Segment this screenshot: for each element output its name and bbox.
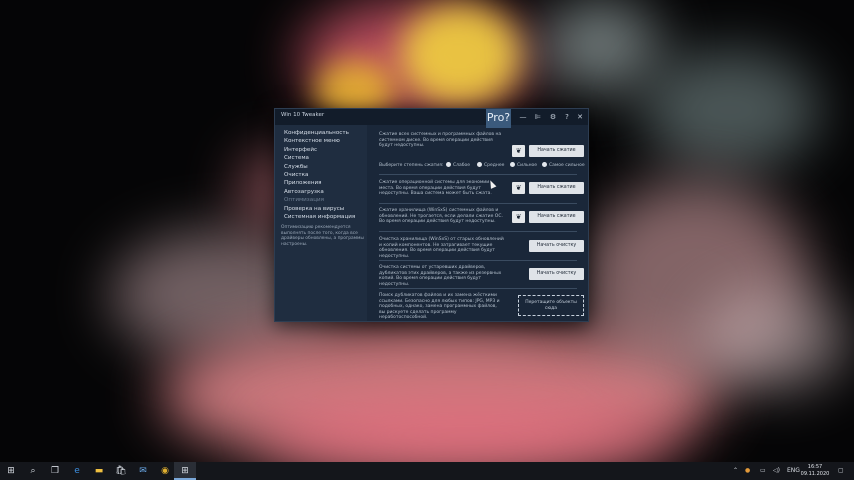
section-description: Поиск дубликатов файлов и их замена жёст… bbox=[379, 293, 500, 321]
clock-date: 09.11.2020 bbox=[800, 471, 830, 477]
tray-chevron-icon[interactable]: ⌃ bbox=[733, 462, 738, 480]
radio-medium[interactable]: Среднее bbox=[477, 162, 504, 170]
clean-drivers-button[interactable]: Начать очистку bbox=[529, 268, 584, 280]
sidebar-item-interface[interactable]: Интерфейс bbox=[284, 146, 355, 154]
sidebar-item-optimization[interactable]: Оптимизация bbox=[284, 196, 355, 204]
edge-icon[interactable]: e bbox=[66, 462, 88, 480]
compress-winsxs-button[interactable]: Начать сжатие bbox=[529, 211, 584, 223]
radio-strongest[interactable]: Самое сильное bbox=[542, 162, 585, 170]
compression-level-selector: Выберите степень сжатия: Слабое Среднее … bbox=[379, 162, 585, 170]
section-description: Сжатие операционной системы для экономии… bbox=[379, 180, 492, 197]
radio-label: Слабое bbox=[453, 163, 471, 168]
sidebar-item-cleanup[interactable]: Очистка bbox=[284, 171, 355, 179]
chrome-icon[interactable]: ◉ bbox=[154, 462, 176, 480]
divider bbox=[379, 203, 577, 204]
sidebar-item-services[interactable]: Службы bbox=[284, 163, 355, 171]
compress-all-button[interactable]: Начать сжатие bbox=[529, 145, 584, 157]
sidebar-item-startup[interactable]: Автозагрузка bbox=[284, 188, 355, 196]
sidebar-item-system-info[interactable]: Системная информация bbox=[284, 213, 355, 221]
divider bbox=[379, 288, 577, 289]
section-description: Очистка системы от устаревших драйверов,… bbox=[379, 265, 502, 287]
network-icon[interactable]: ▭ bbox=[760, 462, 766, 480]
radio-weak[interactable]: Слабое bbox=[446, 162, 470, 170]
volume-icon[interactable]: ◁) bbox=[773, 462, 780, 480]
clean-winsxs-button[interactable]: Начать очистку bbox=[529, 240, 584, 252]
radio-strong[interactable]: Сильное bbox=[510, 162, 537, 170]
leaf-icon[interactable]: ❦ bbox=[512, 211, 525, 223]
windows-start-icon[interactable]: ⊞ bbox=[0, 462, 22, 480]
sidebar-item-virus-scan[interactable]: Проверка на вирусы bbox=[284, 205, 355, 213]
win10-tweaker-icon[interactable]: ⊞ bbox=[174, 462, 196, 480]
section-description: Очистка хранилища (WinSxS) от старых обн… bbox=[379, 237, 504, 259]
compress-os-button[interactable]: Начать сжатие bbox=[529, 182, 584, 194]
sidebar-item-context-menu[interactable]: Контекстное меню bbox=[284, 137, 355, 145]
clock-time: 16:57 bbox=[807, 464, 823, 470]
minimize-button[interactable]: — bbox=[517, 111, 529, 123]
optimization-panel: Сжатие всех системных и программных файл… bbox=[367, 125, 588, 321]
close-button[interactable]: ✕ bbox=[574, 111, 586, 123]
radio-dot-icon bbox=[510, 162, 515, 167]
system-clock[interactable]: 16:57 09.11.2020 bbox=[800, 464, 830, 478]
radio-dot-icon bbox=[446, 162, 451, 167]
win10-tweaker-window: Win 10 Tweaker Pro? — ⊫ ⚙ ? ✕ Конфиденци… bbox=[274, 108, 589, 322]
radio-dot-icon bbox=[542, 162, 547, 167]
search-icon[interactable]: ⌕ bbox=[22, 462, 44, 480]
file-explorer-icon[interactable]: ▬ bbox=[88, 462, 110, 480]
divider bbox=[379, 260, 577, 261]
sidebar-item-system[interactable]: Система bbox=[284, 154, 355, 162]
sidebar-item-privacy[interactable]: Конфиденциальность bbox=[284, 129, 355, 137]
language-indicator[interactable]: ENG bbox=[787, 462, 800, 480]
sidebar: Конфиденциальность Контекстное меню Инте… bbox=[275, 125, 367, 321]
settings-gear-icon[interactable]: ⚙ bbox=[547, 111, 559, 123]
optimization-note: Оптимизацию рекомендуется выполнять посл… bbox=[281, 225, 364, 247]
task-view-icon[interactable]: ❐ bbox=[44, 462, 66, 480]
radio-label: Самое сильное bbox=[549, 163, 585, 168]
divider bbox=[379, 174, 577, 175]
store-icon[interactable]: 🛍 bbox=[110, 462, 132, 480]
mail-icon[interactable]: ✉ bbox=[132, 462, 154, 480]
pin-button[interactable]: ⊫ bbox=[532, 111, 544, 123]
drop-zone[interactable]: Перетащите объекты сюда bbox=[518, 295, 584, 316]
sidebar-nav: Конфиденциальность Контекстное меню Инте… bbox=[284, 129, 355, 221]
sidebar-item-apps[interactable]: Приложения bbox=[284, 179, 355, 187]
radio-label: Среднее bbox=[484, 163, 505, 168]
leaf-icon[interactable]: ❦ bbox=[512, 145, 525, 157]
compression-level-label: Выберите степень сжатия: bbox=[379, 163, 444, 168]
leaf-icon[interactable]: ❦ bbox=[512, 182, 525, 194]
notifications-icon[interactable]: ▢ bbox=[838, 462, 844, 480]
taskbar: ⊞ ⌕ ❐ e ▬ 🛍 ✉ ◉ ⊞ ⌃ ● ▭ ◁) ENG 16:57 09.… bbox=[0, 462, 854, 480]
tray-app-icon[interactable]: ● bbox=[745, 462, 750, 480]
radio-label: Сильное bbox=[517, 163, 538, 168]
section-description: Сжатие хранилища (WinSxS) системных файл… bbox=[379, 208, 503, 225]
section-description: Сжатие всех системных и программных файл… bbox=[379, 132, 502, 149]
window-title: Win 10 Tweaker bbox=[281, 112, 325, 118]
radio-dot-icon bbox=[477, 162, 482, 167]
divider bbox=[379, 231, 577, 232]
help-button[interactable]: ? bbox=[561, 111, 573, 123]
